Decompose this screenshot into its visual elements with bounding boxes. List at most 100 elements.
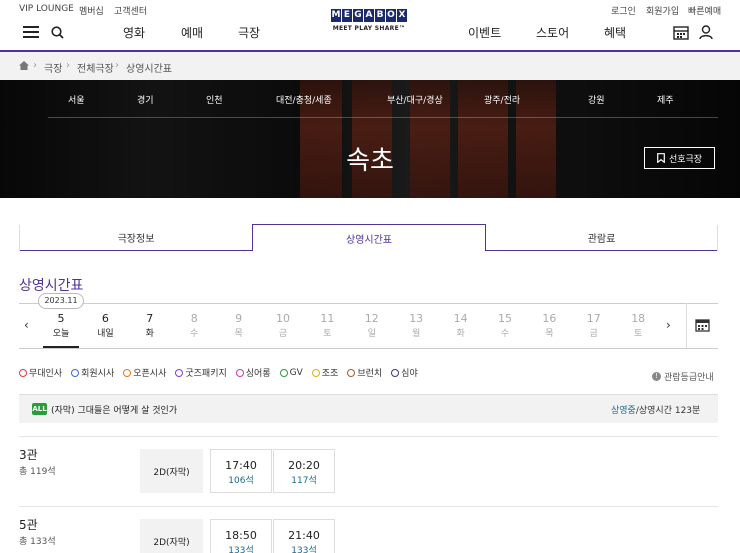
region-tab[interactable]: 제주 (657, 93, 674, 106)
legend-label: GV (289, 367, 303, 378)
date-weekday: 월 (412, 329, 421, 339)
screen-format: 2D(자막) (140, 519, 203, 553)
date-item: 8수 (176, 312, 212, 339)
menu-icon[interactable] (23, 26, 39, 38)
legend-marker-icon (71, 368, 80, 377)
showtime-button[interactable]: 20:20 117석 (273, 449, 335, 493)
movie-runtime: /상영시간 123분 (635, 406, 701, 416)
date-item[interactable]: 6 내일 (87, 312, 123, 339)
hall-name: 3관 (19, 448, 38, 462)
date-weekday: 목 (545, 329, 554, 339)
legend-marker-icon (347, 368, 356, 377)
date-item: 10 금 (265, 312, 301, 339)
vip-lounge-link[interactable]: VIP LOUNGE (19, 4, 74, 14)
legend-item: 굿즈패키지 (175, 366, 227, 379)
nav-event[interactable]: 이벤트 (468, 24, 501, 41)
date-item[interactable]: 7화 (132, 312, 168, 339)
movie-row: ALL (자막) 그대들은 어떻게 살 것인가 상영중/상영시간 123분 (19, 394, 718, 423)
showtime-remaining-seats: 133석 (228, 546, 254, 553)
date-item: 16 목 (531, 312, 567, 339)
showtime-time: 20:20 (288, 459, 320, 472)
quick-booking-link[interactable]: 빠른예매 (688, 4, 721, 17)
region-tab[interactable]: 강원 (588, 93, 605, 106)
support-link[interactable]: 고객센터 (114, 4, 147, 17)
user-icon[interactable] (699, 25, 713, 40)
nav-benefit[interactable]: 혜택 (604, 24, 626, 41)
date-item[interactable]: 5 오늘 (43, 312, 79, 348)
region-tab[interactable]: 인천 (206, 93, 223, 106)
hall-seat-count: 총 119석 (19, 467, 56, 477)
signup-link[interactable]: 회원가입 (646, 4, 679, 17)
legend-item: 오픈시사 (123, 366, 166, 379)
info-icon: ! (652, 372, 661, 381)
membership-link[interactable]: 멤버십 (79, 4, 104, 17)
movie-title[interactable]: (자막) 그대들은 어떻게 살 것인가 (51, 403, 177, 416)
month-badge: 2023.11 (38, 293, 84, 309)
date-weekday: 목 (234, 329, 243, 339)
tab-fee[interactable]: 관람료 (485, 225, 718, 251)
legend-item: 무대인사 (19, 366, 62, 379)
schedule-calendar-icon[interactable] (673, 25, 689, 40)
date-number: 10 (276, 312, 290, 325)
hall-seat-count: 총 133석 (19, 537, 56, 547)
hall-name: 5관 (19, 518, 38, 532)
rating-guide-label: 관람등급안내 (664, 373, 714, 383)
movie-status: 상영중/상영시간 123분 (611, 403, 700, 416)
date-weekday: 금 (278, 329, 288, 339)
region-tab[interactable]: 경기 (137, 93, 154, 106)
favorite-theater-button[interactable]: 선호극장 (644, 147, 715, 169)
megabox-logo[interactable]: MEGABOX MEET PLAY SHARE™ (324, 9, 414, 32)
logo-letter: X (397, 9, 407, 22)
breadcrumb-item[interactable]: 극장 (44, 60, 62, 75)
breadcrumb-item[interactable]: 상영시간표 (126, 60, 172, 75)
date-weekday: 화 (456, 329, 465, 339)
showtime-button[interactable]: 17:40 106석 (210, 449, 272, 493)
logo-letter: E (342, 9, 352, 22)
prev-date-icon[interactable]: ‹ (24, 318, 29, 332)
screen-format: 2D(자막) (140, 449, 203, 493)
legend-item: 싱어롱 (235, 366, 271, 379)
nav-booking[interactable]: 예매 (181, 24, 203, 41)
nav-movie[interactable]: 영화 (123, 24, 145, 41)
calendar-icon[interactable] (695, 318, 710, 332)
showtime-remaining-seats: 133석 (291, 546, 317, 553)
nav-theater[interactable]: 극장 (238, 24, 260, 41)
legend-label: 무대인사 (29, 369, 63, 379)
showtime-time: 18:50 (225, 529, 257, 542)
region-tab[interactable]: 서울 (68, 93, 85, 106)
hall-divider (19, 506, 718, 507)
logo-letter: G (353, 9, 363, 22)
nav-store[interactable]: 스토어 (536, 24, 569, 41)
showtime-button[interactable]: 18:50 133석 (210, 519, 272, 553)
logo-letter: O (386, 9, 396, 22)
date-number: 5 (57, 312, 65, 325)
search-icon[interactable] (51, 26, 64, 39)
tab-schedule[interactable]: 상영시간표 (252, 224, 486, 251)
region-tab[interactable]: 광주/전라 (484, 93, 520, 106)
hall-divider (19, 436, 718, 437)
date-weekday: 토 (634, 329, 643, 339)
theater-name: 속초 (346, 146, 394, 176)
date-item: 11 토 (309, 312, 345, 339)
login-link[interactable]: 로그인 (611, 4, 636, 17)
legend-label: 회원시사 (81, 369, 115, 379)
favorite-label: 선호극장 (668, 154, 703, 165)
tab-theater-info[interactable]: 극장정보 (19, 225, 253, 251)
date-item: 12 일 (354, 312, 390, 339)
next-date-icon[interactable]: › (666, 318, 671, 332)
date-weekday: 수 (190, 329, 199, 339)
showtime-button[interactable]: 21:40 133석 (273, 519, 335, 553)
home-icon[interactable] (19, 61, 29, 70)
region-tab[interactable]: 부산/대구/경상 (387, 93, 443, 106)
date-number: 11 (320, 312, 335, 325)
legend-marker-icon (123, 368, 132, 377)
date-number: 13 (409, 312, 424, 325)
date-item: 13 월 (398, 312, 434, 339)
movie-status-label: 상영중 (611, 406, 636, 416)
rating-guide-link[interactable]: ! 관람등급안내 (652, 370, 714, 383)
region-tab[interactable]: 대전/충청/세종 (276, 93, 332, 106)
legend-label: 조조 (321, 369, 339, 379)
date-number: 17 (586, 312, 601, 325)
breadcrumb-item[interactable]: 전체극장 (77, 60, 114, 75)
legend-label: 심야 (401, 369, 418, 379)
